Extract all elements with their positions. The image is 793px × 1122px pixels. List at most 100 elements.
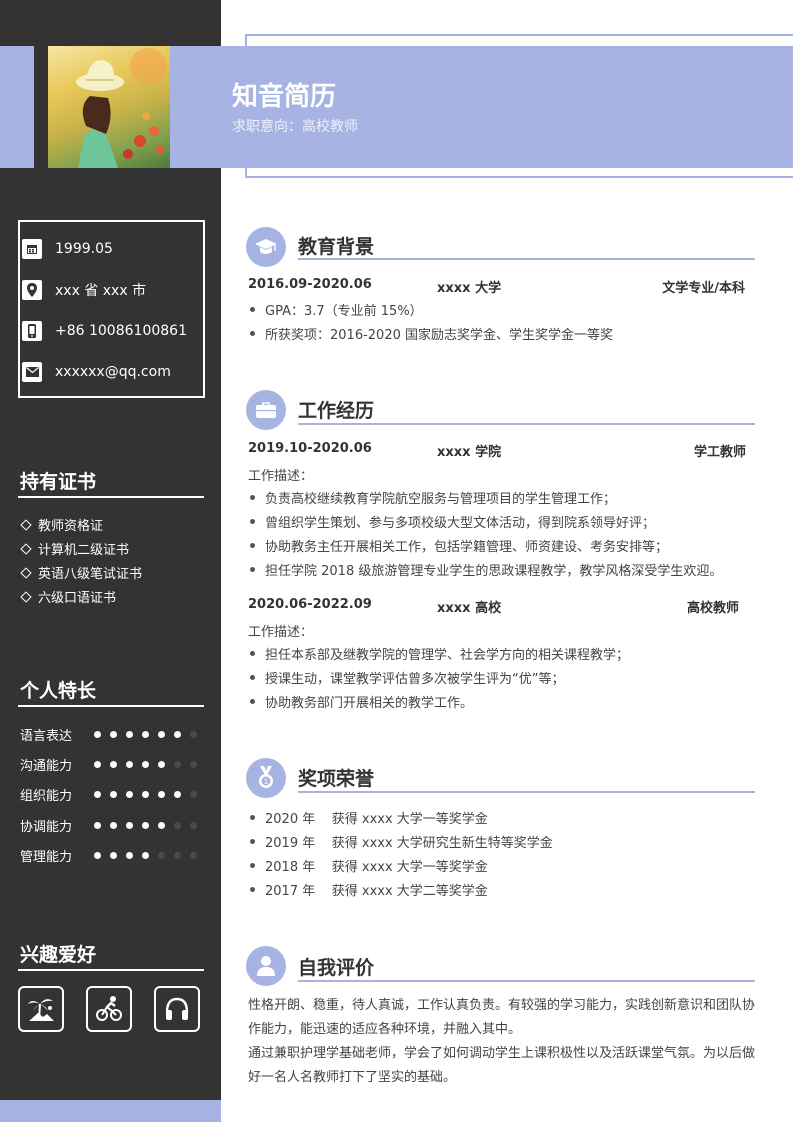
cycling-icon — [96, 996, 122, 1021]
svg-text:1: 1 — [264, 778, 268, 786]
award-item: 2017 年 获得 xxxx 大学二等奖学金 — [248, 880, 488, 899]
certificate-label: 计算机二级证书 — [38, 543, 130, 558]
contact-email: xxxxxx@qq.com — [22, 361, 171, 383]
skill-row: 组织能力 — [20, 785, 206, 804]
rating-dot — [142, 731, 149, 738]
work-role: 学工教师 — [693, 445, 746, 460]
profile-photo — [48, 46, 170, 168]
self-eval-title: 自我评价 — [298, 957, 375, 979]
rating-dot — [158, 852, 165, 859]
work-date: 2020.06-2022.09 — [248, 597, 372, 612]
hobbies-title: 兴趣爱好 — [20, 944, 97, 966]
skill-rating — [94, 757, 206, 772]
work-title: 工作经历 — [298, 400, 375, 422]
work-section-icon — [246, 390, 286, 430]
rating-dot — [158, 791, 165, 798]
work-bullet: 担任学院 2018 级旅游管理专业学生的思政课程教学，教学风格深受学生欢迎。 — [248, 560, 722, 579]
awards-title: 奖项荣誉 — [298, 768, 375, 790]
education-date: 2016.09-2020.06 — [248, 277, 372, 292]
graduation-cap-icon — [255, 239, 277, 254]
self-eval-divider — [298, 980, 755, 982]
rating-dot — [110, 791, 117, 798]
skill-row: 沟通能力 — [20, 755, 206, 774]
skill-rating — [94, 787, 206, 802]
work-bullet: 担任本系部及继教学院的管理学、社会学方向的相关课程教学； — [248, 644, 629, 663]
awards-section-icon: 1 — [246, 758, 286, 798]
rating-dot — [126, 822, 133, 829]
rating-dot — [94, 761, 101, 768]
award-item: 2018 年 获得 xxxx 大学一等奖学金 — [248, 856, 488, 875]
job-intent: 求职意向：高校教师 — [232, 116, 358, 136]
work-divider — [298, 423, 755, 425]
contact-location: xxx 省 xxx 市 — [22, 279, 146, 301]
rating-dot — [126, 791, 133, 798]
contact-box: 1999.05 xxx 省 xxx 市 +86 10086100861 xxxx… — [18, 220, 205, 398]
education-major: 文学专业/本科 — [662, 281, 745, 296]
rating-dot — [158, 822, 165, 829]
skill-row: 语言表达 — [20, 725, 206, 744]
work-desc-label: 工作描述： — [248, 469, 314, 484]
skill-label: 管理能力 — [20, 850, 73, 865]
calendar-icon — [22, 239, 42, 259]
education-school: xxxx 大学 — [437, 281, 502, 296]
award-item: 2019 年 获得 xxxx 大学研究生新生特等奖学金 — [248, 832, 553, 851]
work-role: 高校教师 — [686, 601, 739, 616]
medal-icon: 1 — [259, 766, 273, 788]
hobby-cycling — [86, 986, 132, 1032]
skill-rating — [94, 848, 206, 863]
work-org: xxxx 高校 — [437, 601, 502, 616]
phone-icon — [22, 321, 42, 341]
rating-dot — [142, 761, 149, 768]
contact-birth: 1999.05 — [22, 238, 113, 260]
rating-dot — [110, 852, 117, 859]
education-divider — [298, 258, 755, 260]
rating-dot — [190, 791, 197, 798]
work-bullet: 协助教务部门开展相关的教学工作。 — [248, 692, 473, 711]
contact-phone-text: +86 10086100861 — [55, 323, 187, 339]
rating-dot — [174, 822, 181, 829]
rating-dot — [94, 731, 101, 738]
hobby-travel — [18, 986, 64, 1032]
work-desc-label: 工作描述： — [248, 625, 314, 640]
skill-label: 语言表达 — [20, 729, 73, 744]
rating-dot — [126, 731, 133, 738]
certificate-item: 六级口语证书 — [20, 587, 116, 606]
award-item: 2020 年 获得 xxxx 大学一等奖学金 — [248, 808, 488, 827]
user-icon — [257, 956, 275, 976]
contact-email-text: xxxxxx@qq.com — [55, 364, 171, 380]
diamond-bullet-icon — [20, 518, 32, 531]
palm-tree-icon — [28, 999, 54, 1021]
rating-dot — [158, 731, 165, 738]
rating-dot — [174, 731, 181, 738]
self-eval-paragraph: 通过兼职护理学基础老师，学会了如何调动学生上课积极性以及活跃课堂气氛。为以后做好… — [248, 1046, 756, 1085]
work-bullet: 负责高校继续教育学院航空服务与管理项目的学生管理工作； — [248, 488, 616, 507]
skill-label: 协调能力 — [20, 820, 73, 835]
certificates-title: 持有证书 — [20, 471, 97, 493]
certificate-label: 英语八级笔试证书 — [38, 567, 143, 582]
contact-location-text: xxx 省 xxx 市 — [55, 283, 147, 299]
rating-dot — [126, 761, 133, 768]
rating-dot — [142, 791, 149, 798]
work-bullet: 曾组织学生策划、参与多项校级大型文体活动，得到院系领导好评； — [248, 512, 655, 531]
rating-dot — [190, 731, 197, 738]
rating-dot — [94, 852, 101, 859]
diamond-bullet-icon — [20, 542, 32, 555]
resume-name: 知音简历 — [232, 82, 337, 112]
certificate-item: 计算机二级证书 — [20, 539, 129, 558]
skills-divider — [18, 705, 204, 707]
awards-divider — [298, 791, 755, 793]
hobbies-divider — [18, 969, 204, 971]
rating-dot — [158, 761, 165, 768]
rating-dot — [174, 761, 181, 768]
rating-dot — [110, 731, 117, 738]
skill-label: 组织能力 — [20, 789, 73, 804]
skill-label: 沟通能力 — [20, 759, 73, 774]
work-bullet: 授课生动，课堂教学评估曾多次被学生评为“优”等； — [248, 668, 564, 687]
self-eval-paragraph: 性格开朗、稳重，待人真诚，工作认真负责。有较强的学习能力，实践创新意识和团队协作… — [248, 998, 756, 1037]
education-title: 教育背景 — [298, 236, 375, 258]
job-intent-label: 求职意向： — [232, 119, 302, 135]
contact-birth-text: 1999.05 — [55, 241, 113, 257]
rating-dot — [174, 791, 181, 798]
mail-icon — [22, 362, 42, 382]
work-date: 2019.10-2020.06 — [248, 441, 372, 456]
